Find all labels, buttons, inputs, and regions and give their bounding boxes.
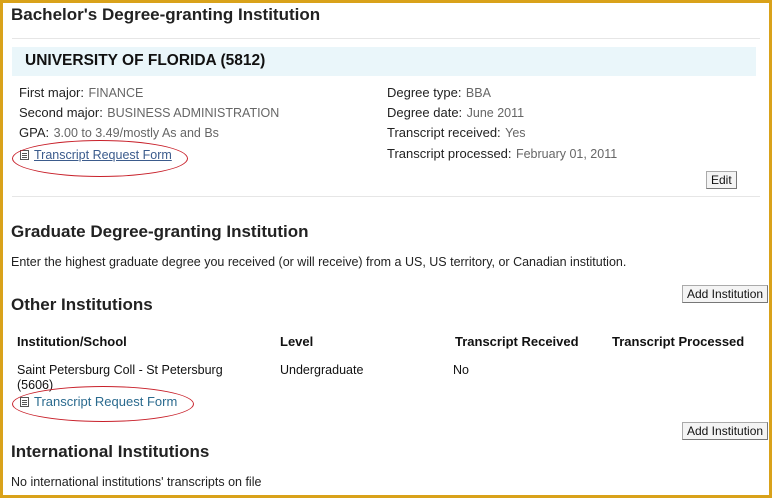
degree-date-value: June 2011 bbox=[466, 106, 525, 120]
first-major-label: First major: bbox=[19, 85, 84, 100]
second-major-value: BUSINESS ADMINISTRATION bbox=[107, 106, 280, 120]
column-header-level: Level bbox=[280, 334, 314, 349]
gpa-label: GPA: bbox=[19, 125, 50, 140]
transcript-processed-label: Transcript processed: bbox=[387, 146, 512, 161]
institution-name: Saint Petersburg Coll - St Petersburg bbox=[17, 363, 223, 377]
second-major-label: Second major: bbox=[19, 105, 103, 120]
divider bbox=[12, 38, 760, 39]
transcript-processed-row: Transcript processed: February 01, 2011 bbox=[387, 145, 617, 163]
highlight-oval bbox=[12, 386, 194, 422]
institution-level: Undergraduate bbox=[280, 363, 364, 377]
second-major-row: Second major: BUSINESS ADMINISTRATION bbox=[19, 104, 279, 122]
transcript-received-value: Yes bbox=[505, 126, 526, 140]
bachelor-heading: Bachelor's Degree-granting Institution bbox=[11, 5, 321, 24]
international-empty-message: No international institutions' transcrip… bbox=[11, 475, 262, 489]
transcript-received-row: Transcript received: Yes bbox=[387, 124, 526, 142]
add-institution-button[interactable]: Add Institution bbox=[682, 285, 769, 303]
edit-button[interactable]: Edit bbox=[706, 171, 737, 189]
gpa-value: 3.00 to 3.49/mostly As and Bs bbox=[53, 126, 219, 140]
highlight-oval bbox=[12, 140, 188, 177]
graduate-instructions: Enter the highest graduate degree you re… bbox=[11, 255, 627, 269]
column-header-transcript-received: Transcript Received bbox=[455, 334, 579, 349]
international-heading: International Institutions bbox=[11, 442, 210, 461]
degree-type-row: Degree type: BBA bbox=[387, 84, 491, 102]
column-header-institution: Institution/School bbox=[17, 334, 127, 349]
transcript-received-label: Transcript received: bbox=[387, 125, 501, 140]
degree-date-label: Degree date: bbox=[387, 105, 463, 120]
institution-transcript-received: No bbox=[453, 363, 469, 377]
degree-type-label: Degree type: bbox=[387, 85, 462, 100]
transcript-processed-value: February 01, 2011 bbox=[515, 147, 618, 161]
column-header-transcript-processed: Transcript Processed bbox=[612, 334, 745, 349]
degree-type-value: BBA bbox=[465, 86, 491, 100]
first-major-row: First major: FINANCE bbox=[19, 84, 143, 102]
first-major-value: FINANCE bbox=[88, 86, 144, 100]
graduate-heading: Graduate Degree-granting Institution bbox=[11, 222, 309, 241]
other-heading: Other Institutions bbox=[11, 295, 153, 314]
add-international-institution-button[interactable]: Add Institution bbox=[682, 422, 769, 440]
university-name: UNIVERSITY OF FLORIDA (5812) bbox=[25, 52, 266, 69]
degree-date-row: Degree date: June 2011 bbox=[387, 104, 524, 122]
divider bbox=[12, 196, 760, 197]
gpa-row: GPA: 3.00 to 3.49/mostly As and Bs bbox=[19, 124, 219, 142]
